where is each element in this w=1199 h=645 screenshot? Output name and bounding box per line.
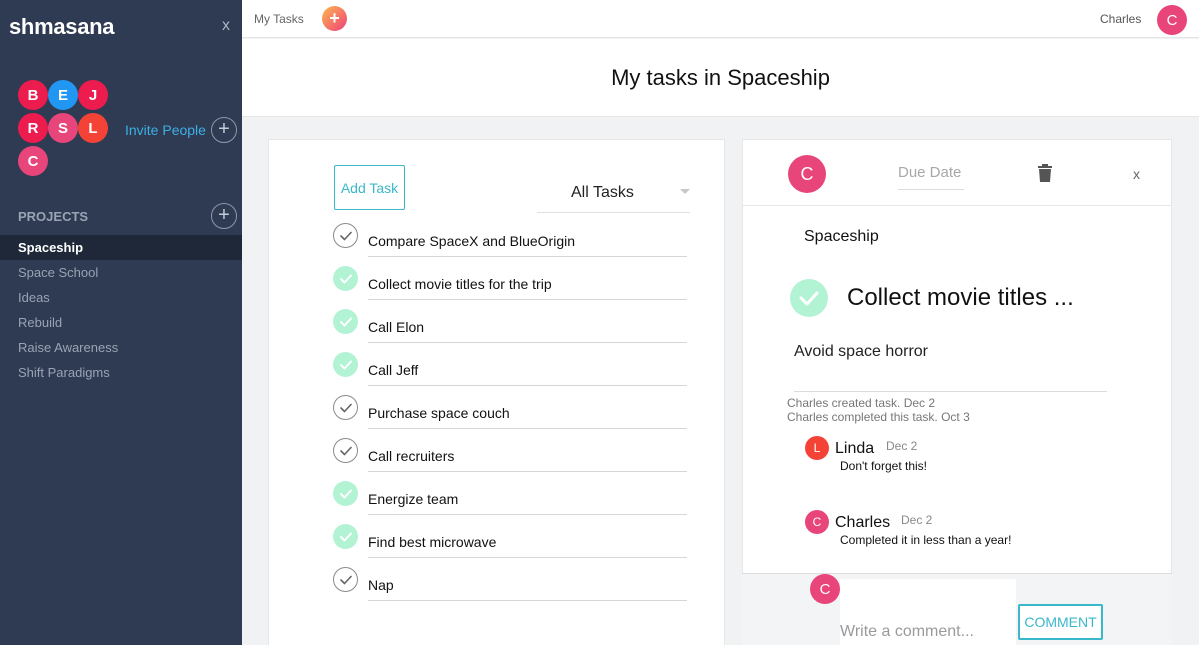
composer-avatar: C — [810, 574, 840, 604]
comment-author: Charles — [835, 514, 891, 531]
add-project-plus-icon[interactable]: + — [211, 203, 237, 229]
background-gutter — [1172, 117, 1199, 645]
task-check-icon[interactable] — [333, 481, 358, 506]
project-list: Spaceship Space School Ideas Rebuild Rai… — [0, 235, 242, 385]
project-item-rebuild[interactable]: Rebuild — [0, 310, 242, 335]
comment-composer: C COMMENT — [742, 573, 1172, 645]
add-task-button[interactable]: Add Task — [334, 165, 405, 210]
member-avatar[interactable]: C — [18, 146, 48, 176]
task-row[interactable]: Energize team — [333, 481, 688, 515]
due-date-field[interactable]: Due Date — [898, 164, 964, 190]
member-avatar[interactable]: E — [48, 80, 78, 110]
project-item-spaceship[interactable]: Spaceship — [0, 235, 242, 260]
detail-task-title[interactable]: Collect movie titles ... — [847, 284, 1074, 312]
task-title[interactable]: Collect movie titles for the trip — [368, 276, 687, 300]
close-sidebar-button[interactable]: x — [222, 17, 230, 35]
activity-item: Charles completed this task. Oct 3 — [787, 410, 970, 424]
task-check-icon[interactable] — [333, 567, 358, 592]
comment-input[interactable] — [840, 579, 1016, 645]
project-item-ideas[interactable]: Ideas — [0, 285, 242, 310]
complete-task-check-icon[interactable] — [790, 279, 828, 317]
comment-date: Dec 2 — [886, 439, 918, 453]
task-title[interactable]: Call Elon — [368, 319, 687, 343]
task-title[interactable]: Call Jeff — [368, 362, 687, 386]
close-detail-button[interactable]: x — [1133, 166, 1140, 182]
task-row[interactable]: Purchase space couch — [333, 395, 688, 429]
project-item-shift-paradigms[interactable]: Shift Paradigms — [0, 360, 242, 385]
current-user-name: Charles — [1100, 12, 1142, 26]
task-row[interactable]: Compare SpaceX and BlueOrigin — [333, 223, 688, 257]
trash-icon[interactable] — [1038, 164, 1052, 187]
task-title[interactable]: Find best microwave — [368, 534, 687, 558]
task-row[interactable]: Call Jeff — [333, 352, 688, 386]
task-row[interactable]: Call Elon — [333, 309, 688, 343]
comment-avatar: C — [805, 510, 829, 534]
detail-task-description[interactable]: Avoid space horror — [794, 343, 1107, 392]
task-check-icon[interactable] — [333, 352, 358, 377]
projects-heading: PROJECTS — [18, 209, 89, 224]
invite-plus-icon[interactable]: + — [211, 117, 237, 143]
member-avatar[interactable]: S — [48, 113, 78, 143]
task-detail-panel: C Due Date x Spaceship Collect movie tit… — [742, 139, 1172, 645]
task-check-icon[interactable] — [333, 309, 358, 334]
task-check-icon[interactable] — [333, 438, 358, 463]
task-filter-select[interactable]: All Tasks — [537, 178, 690, 213]
sidebar: shmasana x B E J R S L C Invite People +… — [0, 0, 242, 645]
comment-avatar: L — [805, 436, 829, 460]
task-title[interactable]: Call recruiters — [368, 448, 687, 472]
task-row[interactable]: Nap — [333, 567, 688, 601]
quick-add-icon[interactable]: + — [322, 6, 347, 31]
my-tasks-link[interactable]: My Tasks — [254, 12, 304, 26]
task-title[interactable]: Compare SpaceX and BlueOrigin — [368, 233, 687, 257]
member-avatar[interactable]: L — [78, 113, 108, 143]
task-row[interactable]: Collect movie titles for the trip — [333, 266, 688, 300]
assignee-avatar[interactable]: C — [788, 155, 826, 193]
page-title: My tasks in Spaceship — [611, 65, 830, 90]
task-check-icon[interactable] — [333, 223, 358, 248]
task-title[interactable]: Nap — [368, 577, 687, 601]
user-avatar[interactable]: C — [1157, 5, 1187, 35]
member-avatar[interactable]: R — [18, 113, 48, 143]
task-check-icon[interactable] — [333, 266, 358, 291]
task-row[interactable]: Call recruiters — [333, 438, 688, 472]
comment-date: Dec 2 — [901, 513, 933, 527]
project-item-raise-awareness[interactable]: Raise Awareness — [0, 335, 242, 360]
caret-down-icon — [680, 189, 690, 194]
comment-text: Completed it in less than a year! — [840, 533, 1012, 547]
task-check-icon[interactable] — [333, 395, 358, 420]
task-row[interactable]: Find best microwave — [333, 524, 688, 558]
project-item-space-school[interactable]: Space School — [0, 260, 242, 285]
comment-text: Don't forget this! — [840, 459, 927, 473]
detail-header: C Due Date x — [743, 140, 1171, 206]
activity-item: Charles created task. Dec 2 — [787, 396, 936, 410]
page-header: My tasks in Spaceship — [242, 39, 1199, 117]
task-filter-value: All Tasks — [571, 184, 634, 201]
member-avatar[interactable]: B — [18, 80, 48, 110]
task-list-panel: Add Task All Tasks Compare SpaceX and Bl… — [268, 139, 725, 645]
detail-project-name[interactable]: Spaceship — [804, 228, 879, 246]
brand-logo: shmasana — [9, 14, 115, 39]
top-bar: My Tasks + Charles C — [242, 0, 1199, 38]
comment-submit-button[interactable]: COMMENT — [1018, 604, 1103, 640]
task-title[interactable]: Energize team — [368, 491, 687, 515]
task-check-icon[interactable] — [333, 524, 358, 549]
task-title[interactable]: Purchase space couch — [368, 405, 687, 429]
invite-people-link[interactable]: Invite People — [125, 122, 206, 138]
comment-author: Linda — [835, 440, 875, 457]
member-avatar[interactable]: J — [78, 80, 108, 110]
